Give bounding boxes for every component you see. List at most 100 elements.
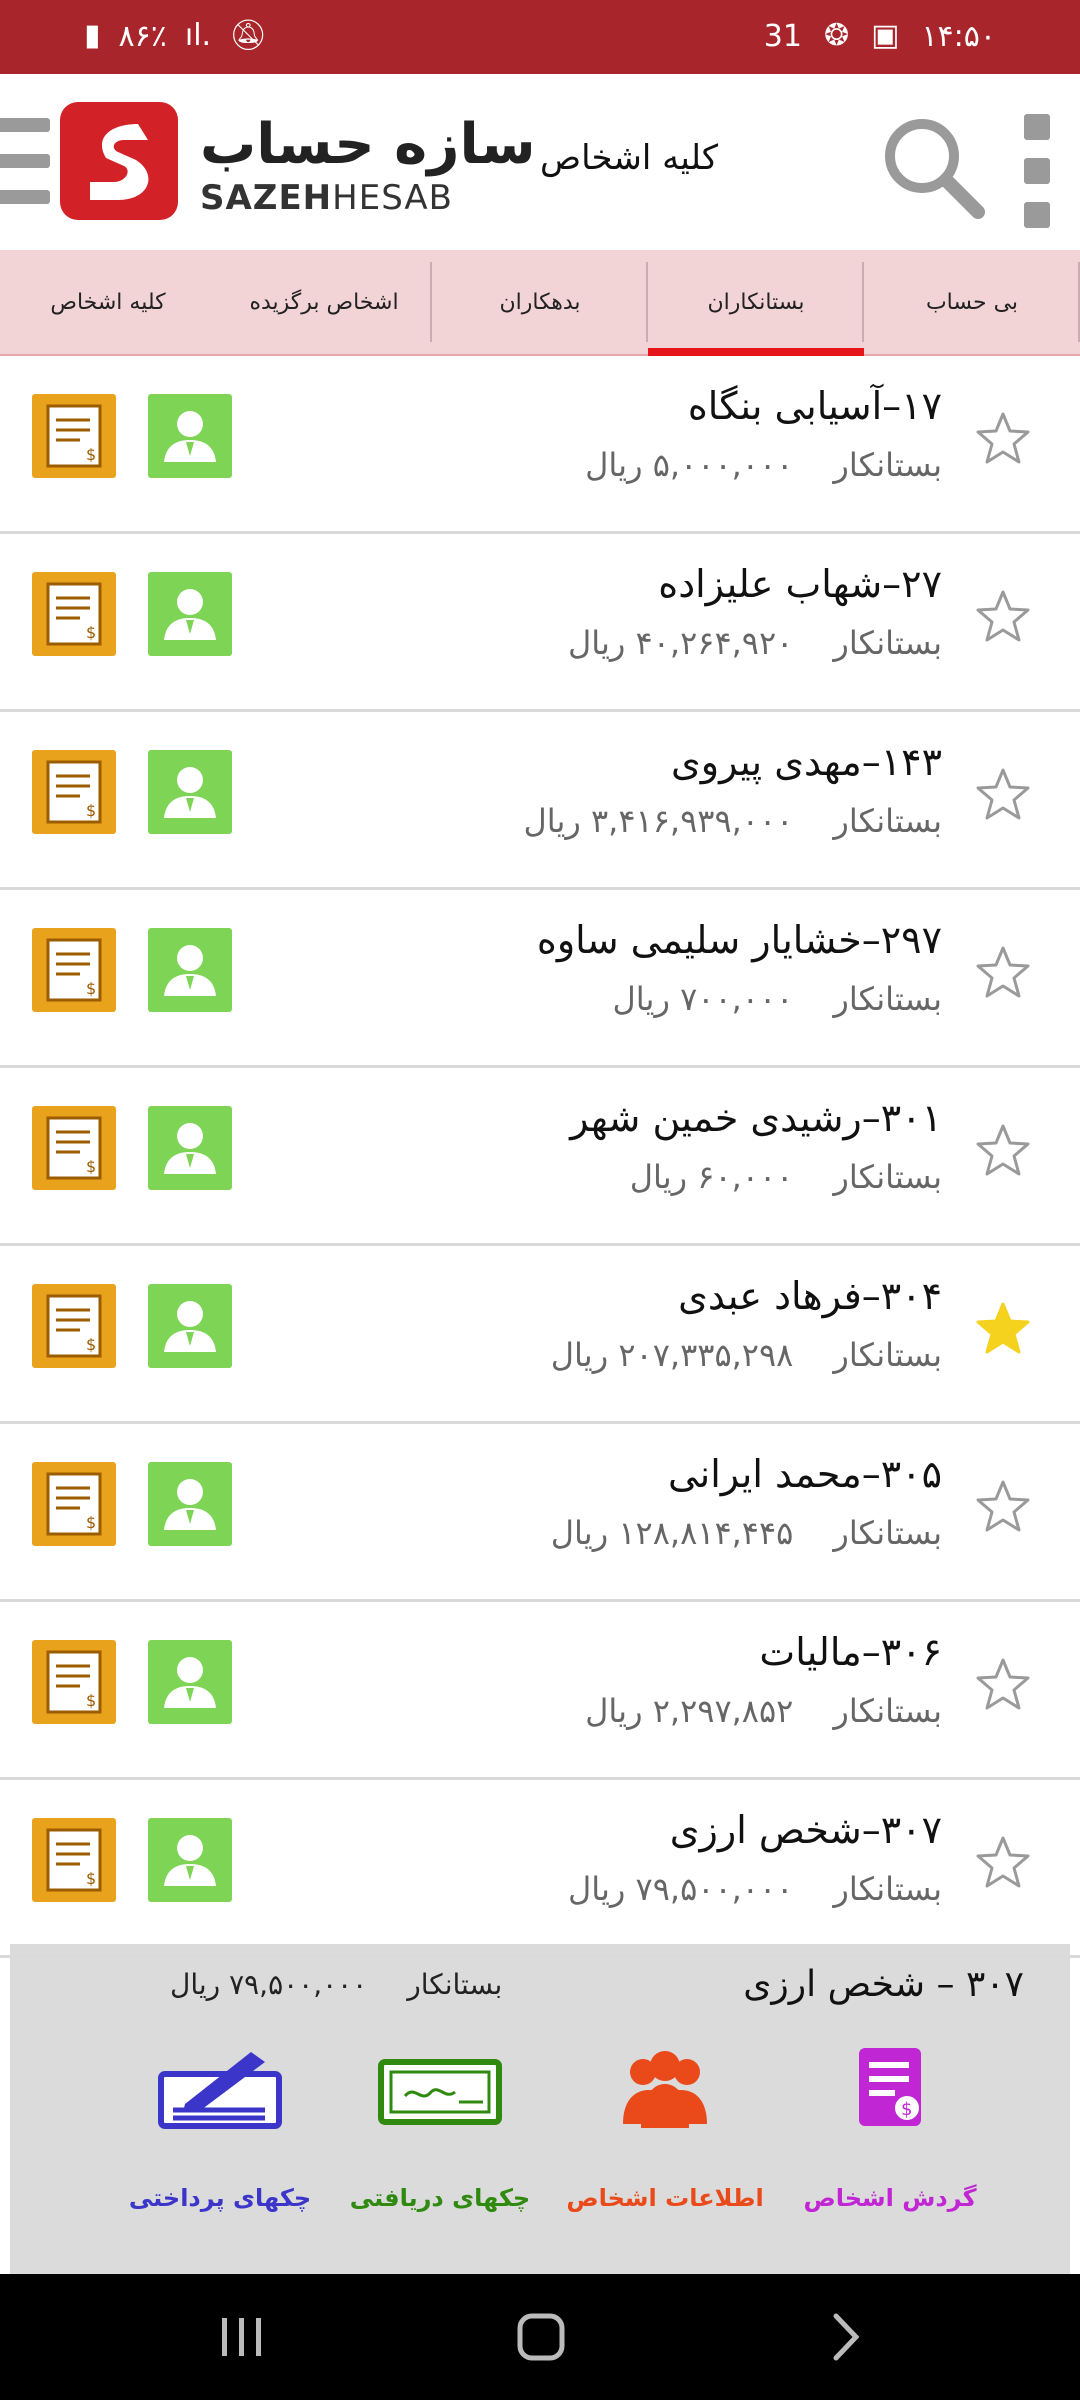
clock: ۱۴:۵۰: [921, 18, 996, 54]
people-list: $ ۱۷–آسیابی بنگاه بستانکار ۵,۰۰۰,۰۰۰ ریا…: [0, 356, 1080, 1958]
popup-status: بستانکار: [407, 1968, 503, 2001]
invoice-button[interactable]: $: [32, 750, 116, 834]
invoice-button[interactable]: $: [32, 1106, 116, 1190]
invoice-button[interactable]: $: [32, 1462, 116, 1546]
tab-creditors[interactable]: بستانکاران: [648, 250, 864, 356]
people-info-icon: [623, 2051, 707, 2128]
list-item[interactable]: $ ۳۰۶–مالیات بستانکار ۲,۲۹۷,۸۵۲ ریال: [0, 1602, 1080, 1780]
star-icon[interactable]: [974, 1478, 1032, 1536]
person-name: ۲۷–شهاب علیزاده: [658, 562, 942, 606]
person-info-button[interactable]: [148, 1818, 232, 1902]
battery-icon: ▮: [84, 18, 101, 53]
tab-label: بدهکاران: [499, 289, 581, 315]
person-info-button[interactable]: [148, 572, 232, 656]
list-item[interactable]: $ ۳۰۷–شخص ارزی بستانکار ۷۹,۵۰۰,۰۰۰ ریال: [0, 1780, 1080, 1958]
list-item[interactable]: $ ۳۰۵–محمد ایرانی بستانکار ۱۲۸,۸۱۴,۴۴۵ ر…: [0, 1424, 1080, 1602]
person-info-button[interactable]: [148, 1106, 232, 1190]
person-info-button[interactable]: [148, 394, 232, 478]
list-item[interactable]: $ ۳۰۴–فرهاد عبدی بستانکار ۲۰۷,۳۳۵,۲۹۸ ری…: [0, 1246, 1080, 1424]
received-cheques-button[interactable]: چکهای دریافتی: [330, 2044, 550, 2244]
balance-amount: ۳,۴۱۶,۹۳۹,۰۰۰ ریال: [523, 802, 794, 840]
star-icon[interactable]: [974, 1122, 1032, 1180]
battery-level: ۸۶٪: [118, 18, 167, 54]
mute-icon: 🔕︎: [229, 18, 268, 53]
people-info-button[interactable]: اطلاعات اشخاص: [555, 2044, 775, 2244]
balance-status: بستانکار: [833, 1692, 942, 1730]
recent-apps-icon[interactable]: [212, 2312, 272, 2362]
page-title: کلیه اشخاص: [540, 138, 719, 178]
tab-label: اشخاص برگزیده: [249, 289, 399, 315]
svg-text:$: $: [86, 1513, 96, 1532]
person-info-button[interactable]: [148, 750, 232, 834]
tab-all-people[interactable]: کلیه اشخاص: [0, 250, 216, 354]
person-actions-popup: ۳۰۷ – شخص ارزی بستانکار ۷۹,۵۰۰,۰۰۰ ریال …: [10, 1944, 1070, 2274]
tab-no-balance[interactable]: بی حساب: [864, 250, 1080, 354]
person-info-button[interactable]: [148, 928, 232, 1012]
person-name: ۳۰۷–شخص ارزی: [669, 1808, 942, 1852]
star-icon[interactable]: [974, 944, 1032, 1002]
person-info-button[interactable]: [148, 1462, 232, 1546]
person-balance: بستانکار ۲,۲۹۷,۸۵۲ ریال: [585, 1692, 942, 1730]
svg-text:$: $: [901, 2099, 912, 2120]
action-label: چکهای پرداختی: [128, 2184, 312, 2212]
person-info-button[interactable]: [148, 1284, 232, 1368]
invoice-button[interactable]: $: [32, 1640, 116, 1724]
list-item[interactable]: $ ۲۹۷–خشایار سلیمی ساوه بستانکار ۷۰۰,۰۰۰…: [0, 890, 1080, 1068]
list-item[interactable]: $ ۳۰۱–رشیدی خمین شهر بستانکار ۶۰,۰۰۰ ریا…: [0, 1068, 1080, 1246]
person-name: ۲۹۷–خشایار سلیمی ساوه: [536, 918, 942, 962]
logo-text-en: SAZEHHESAB: [200, 178, 453, 218]
person-name: ۳۰۴–فرهاد عبدی: [678, 1274, 942, 1318]
menu-icon[interactable]: [0, 118, 50, 206]
system-nav-bar: [0, 2274, 1080, 2400]
star-icon[interactable]: [974, 766, 1032, 824]
balance-amount: ۲۰۷,۳۳۵,۲۹۸ ریال: [550, 1336, 794, 1374]
balance-amount: ۲,۲۹۷,۸۵۲ ریال: [585, 1692, 794, 1730]
invoice-button[interactable]: $: [32, 394, 116, 478]
person-balance: بستانکار ۱۲۸,۸۱۴,۴۴۵ ریال: [551, 1514, 942, 1552]
invoice-button[interactable]: $: [32, 572, 116, 656]
star-icon[interactable]: [974, 588, 1032, 646]
invoice-button[interactable]: $: [32, 928, 116, 1012]
balance-status: بستانکار: [833, 446, 942, 484]
star-icon[interactable]: [974, 410, 1032, 468]
svg-text:$: $: [86, 1335, 96, 1354]
invoice-button[interactable]: $: [32, 1284, 116, 1368]
more-options-icon[interactable]: [1024, 114, 1054, 244]
tab-favorites[interactable]: اشخاص برگزیده: [216, 250, 432, 354]
paid-cheque-icon: [158, 2052, 282, 2129]
balance-amount: ۷۹,۵۰۰,۰۰۰ ریال: [567, 1870, 794, 1908]
balance-status: بستانکار: [833, 1514, 942, 1552]
star-icon[interactable]: [974, 1300, 1032, 1358]
person-balance: بستانکار ۶۰,۰۰۰ ریال: [630, 1158, 942, 1196]
signal-icon: ıl.: [184, 18, 212, 53]
paid-cheques-button[interactable]: چکهای پرداختی: [110, 2044, 330, 2244]
svg-text:$: $: [86, 1691, 96, 1710]
person-balance: بستانکار ۴۰,۲۶۴,۹۲۰ ریال: [568, 624, 942, 662]
balance-status: بستانکار: [833, 624, 942, 662]
person-info-button[interactable]: [148, 1640, 232, 1724]
notification-count: 31: [763, 18, 802, 54]
star-icon[interactable]: [974, 1656, 1032, 1714]
back-icon[interactable]: [818, 2312, 878, 2362]
star-icon[interactable]: [974, 1834, 1032, 1892]
tab-bar: بی حساب بستانکاران بدهکاران اشخاص برگزید…: [0, 250, 1080, 356]
tab-label: بستانکاران: [707, 289, 805, 315]
list-item[interactable]: $ ۱۴۳–مهدی پیروی بستانکار ۳,۴۱۶,۹۳۹,۰۰۰ …: [0, 712, 1080, 890]
person-name: ۱۴۳–مهدی پیروی: [671, 740, 942, 784]
tab-debtors[interactable]: بدهکاران: [432, 250, 648, 354]
logo-text-fa: سازه حساب: [200, 112, 536, 177]
balance-amount: ۷۰۰,۰۰۰ ریال: [612, 980, 794, 1018]
status-bar: ▮ ۸۶٪ ıl. 🔕︎ 31 ❂ ▣ ۱۴:۵۰: [0, 0, 1080, 74]
search-icon[interactable]: [878, 112, 988, 222]
svg-text:$: $: [86, 1869, 96, 1888]
person-balance: بستانکار ۳,۴۱۶,۹۳۹,۰۰۰ ریال: [523, 802, 942, 840]
svg-text:$: $: [86, 801, 96, 820]
invoice-button[interactable]: $: [32, 1818, 116, 1902]
home-icon[interactable]: [512, 2312, 572, 2362]
person-turnover-button[interactable]: $ گردش اشخاص: [780, 2044, 1000, 2244]
balance-amount: ۴۰,۲۶۴,۹۲۰ ریال: [567, 624, 794, 662]
balance-status: بستانکار: [833, 1158, 942, 1196]
image-icon: ▣: [871, 18, 900, 53]
list-item[interactable]: $ ۱۷–آسیابی بنگاه بستانکار ۵,۰۰۰,۰۰۰ ریا…: [0, 356, 1080, 534]
list-item[interactable]: $ ۲۷–شهاب علیزاده بستانکار ۴۰,۲۶۴,۹۲۰ ری…: [0, 534, 1080, 712]
